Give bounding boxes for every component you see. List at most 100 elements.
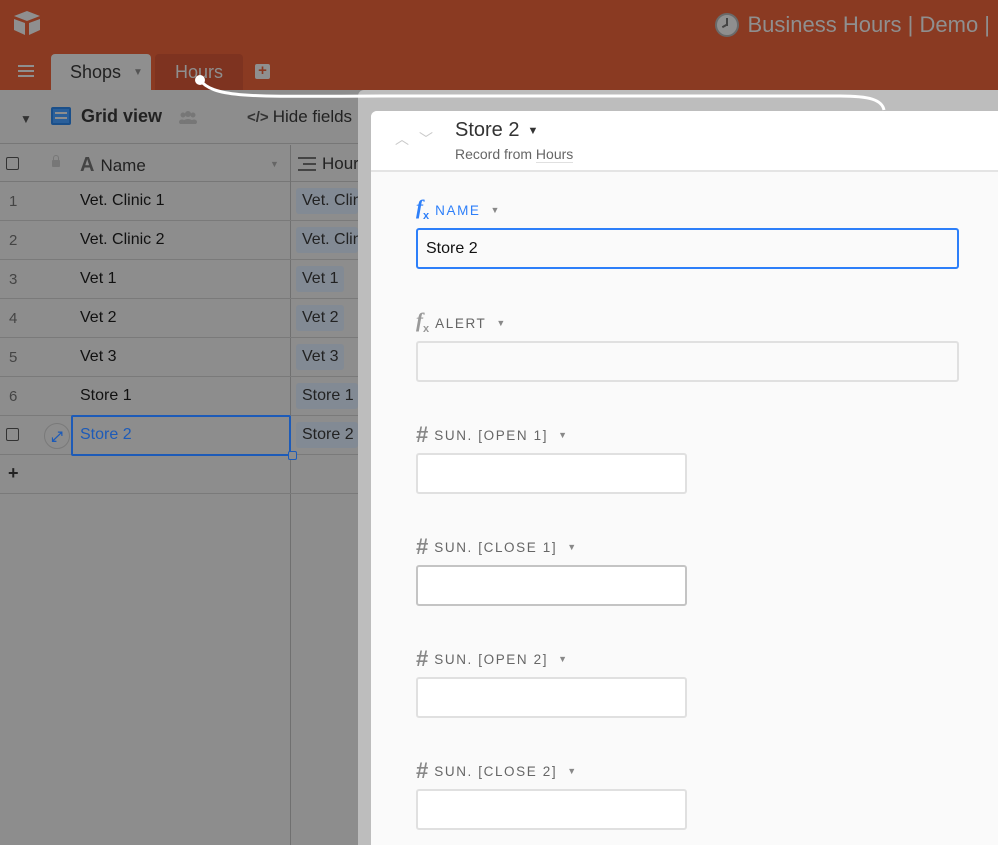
tab-shops[interactable]: Shops ▼ [51,54,151,90]
field-label-text: NAME [435,202,481,218]
table-row-selected[interactable]: ⤢ Store 2 Store 2 [0,415,358,460]
table-row[interactable]: 2 Vet. Clinic 2 Vet. Clinic 2 [0,221,358,260]
hours-link-pill[interactable]: Vet. Clinic 1 [296,188,358,214]
hours-link-pill[interactable]: Store 1 [296,383,358,409]
field-menu-icon[interactable]: ▼ [567,542,576,552]
text-field-icon: A [80,154,95,176]
record-subtitle-prefix: Record from [455,146,536,162]
expand-record-icon[interactable]: ⤢ [44,423,70,449]
view-name[interactable]: Grid view [81,106,162,127]
table-row[interactable]: 6 Store 1 Store 1 [0,377,358,416]
field-label-text: SUN. [CLOSE 2] [434,763,558,779]
tab-hours[interactable]: Hours [155,54,243,90]
field-label-text: SUN. [CLOSE 1] [434,539,558,555]
add-table-icon[interactable]: + [255,63,270,79]
row-number: 1 [9,193,18,210]
base-title-text: Business Hours | Demo | [747,12,990,37]
add-row[interactable]: + [0,455,358,494]
hours-link-pill[interactable]: Vet. Clinic 2 [296,227,358,253]
name-cell[interactable]: Store 2 [80,426,132,444]
row-number: 2 [9,232,18,249]
airtable-logo-icon[interactable] [12,10,42,36]
field-sun-open-2: # SUN. [OPEN 2] ▼ [416,646,959,718]
field-label-text: ALERT [435,315,487,331]
field-label[interactable]: fx NAME ▼ [416,195,959,222]
linked-record-icon [298,157,316,171]
field-label[interactable]: # SUN. [OPEN 1] ▼ [416,422,959,447]
record-header: ︿ ﹀ Store 2 ▼ Record from Hours [371,111,998,172]
field-label[interactable]: # SUN. [OPEN 2] ▼ [416,646,959,671]
field-menu-icon[interactable]: ▼ [491,205,500,215]
table-row[interactable]: 3 Vet 1 Vet 1 [0,260,358,299]
column-header-name[interactable]: A Name [80,154,146,177]
field-alert: fx ALERT ▼ [416,308,959,382]
column-header-row: A Name ▼ Hours [0,145,367,182]
view-switcher-toggle[interactable]: ▼ [20,112,32,126]
record-title[interactable]: Store 2 ▼ [455,119,538,142]
previous-record-icon[interactable]: ︿ [395,129,409,149]
lock-icon [52,155,60,167]
name-field-input[interactable]: Store 2 [416,228,959,269]
tab-hours-label: Hours [175,61,224,82]
field-menu-icon[interactable]: ▼ [496,318,505,328]
sun-open-1-input[interactable] [416,453,687,494]
field-menu-icon[interactable]: ▼ [558,654,567,664]
field-label[interactable]: # SUN. [CLOSE 2] ▼ [416,758,959,783]
base-title[interactable]: Business Hours | Demo | [715,12,990,38]
menu-icon[interactable] [18,65,34,77]
name-cell[interactable]: Vet 3 [80,348,116,366]
name-cell[interactable]: Vet. Clinic 2 [80,231,164,249]
formula-icon: fx [416,308,430,336]
table-row[interactable]: 5 Vet 3 Vet 3 [0,338,358,377]
add-record-icon[interactable]: + [8,463,19,484]
field-sun-open-1: # SUN. [OPEN 1] ▼ [416,422,959,494]
name-cell[interactable]: Vet. Clinic 1 [80,192,164,210]
sun-open-2-input[interactable] [416,677,687,718]
chevron-down-icon[interactable]: ▼ [133,67,143,78]
name-cell[interactable]: Vet 2 [80,309,116,327]
field-sun-close-1: # SUN. [CLOSE 1] ▼ [416,534,959,606]
field-label-text: SUN. [OPEN 2] [434,651,549,667]
number-field-icon: # [416,534,429,559]
app-header: Business Hours | Demo | Shops ▼ Hours + [0,0,998,90]
name-cell[interactable]: Vet 1 [80,270,116,288]
field-menu-icon[interactable]: ▼ [558,430,567,440]
name-cell[interactable]: Store 1 [80,387,132,405]
field-name: fx NAME ▼ Store 2 [416,195,959,269]
select-all-checkbox[interactable] [6,157,19,170]
clock-icon [715,13,740,37]
number-field-icon: # [416,758,429,783]
tab-shops-label: Shops [70,61,122,82]
source-table-link[interactable]: Hours [535,146,574,163]
hours-link-pill[interactable]: Store 2 [296,422,358,448]
formula-icon: fx [416,195,430,223]
sun-close-1-input[interactable] [416,565,687,606]
view-toolbar: ▼ Grid view </> Hide fields [0,90,358,144]
collaborators-icon[interactable] [178,110,198,125]
grid-view-icon [51,107,71,125]
field-label-text: SUN. [OPEN 1] [434,427,549,443]
hide-fields-button[interactable]: </> Hide fields [247,107,352,127]
sun-close-2-input[interactable] [416,789,687,830]
number-field-icon: # [416,646,429,671]
row-number: 3 [9,271,18,288]
field-menu-icon[interactable]: ▼ [567,766,576,776]
column-header-hours[interactable]: Hours [298,154,367,174]
field-label[interactable]: # SUN. [CLOSE 1] ▼ [416,534,959,559]
table-row[interactable]: 1 Vet. Clinic 1 Vet. Clinic 1 [0,182,358,221]
column-name-label: Name [100,155,146,175]
column-menu-icon[interactable]: ▼ [270,159,279,169]
row-checkbox[interactable] [6,428,19,441]
alert-field-input[interactable] [416,341,959,382]
grid-view: ▼ Grid view </> Hide fields A Name ▼ Hou… [0,90,367,845]
hours-link-pill[interactable]: Vet 2 [296,305,345,331]
field-label[interactable]: fx ALERT ▼ [416,308,959,335]
next-record-icon[interactable]: ﹀ [419,129,433,149]
row-number: 6 [9,388,18,405]
row-number: 4 [9,310,18,327]
hours-link-pill[interactable]: Vet 1 [296,266,345,292]
hide-fields-label: Hide fields [272,107,353,126]
table-row[interactable]: 4 Vet 2 Vet 2 [0,299,358,338]
record-menu-icon[interactable]: ▼ [527,125,538,137]
hours-link-pill[interactable]: Vet 3 [296,344,345,370]
